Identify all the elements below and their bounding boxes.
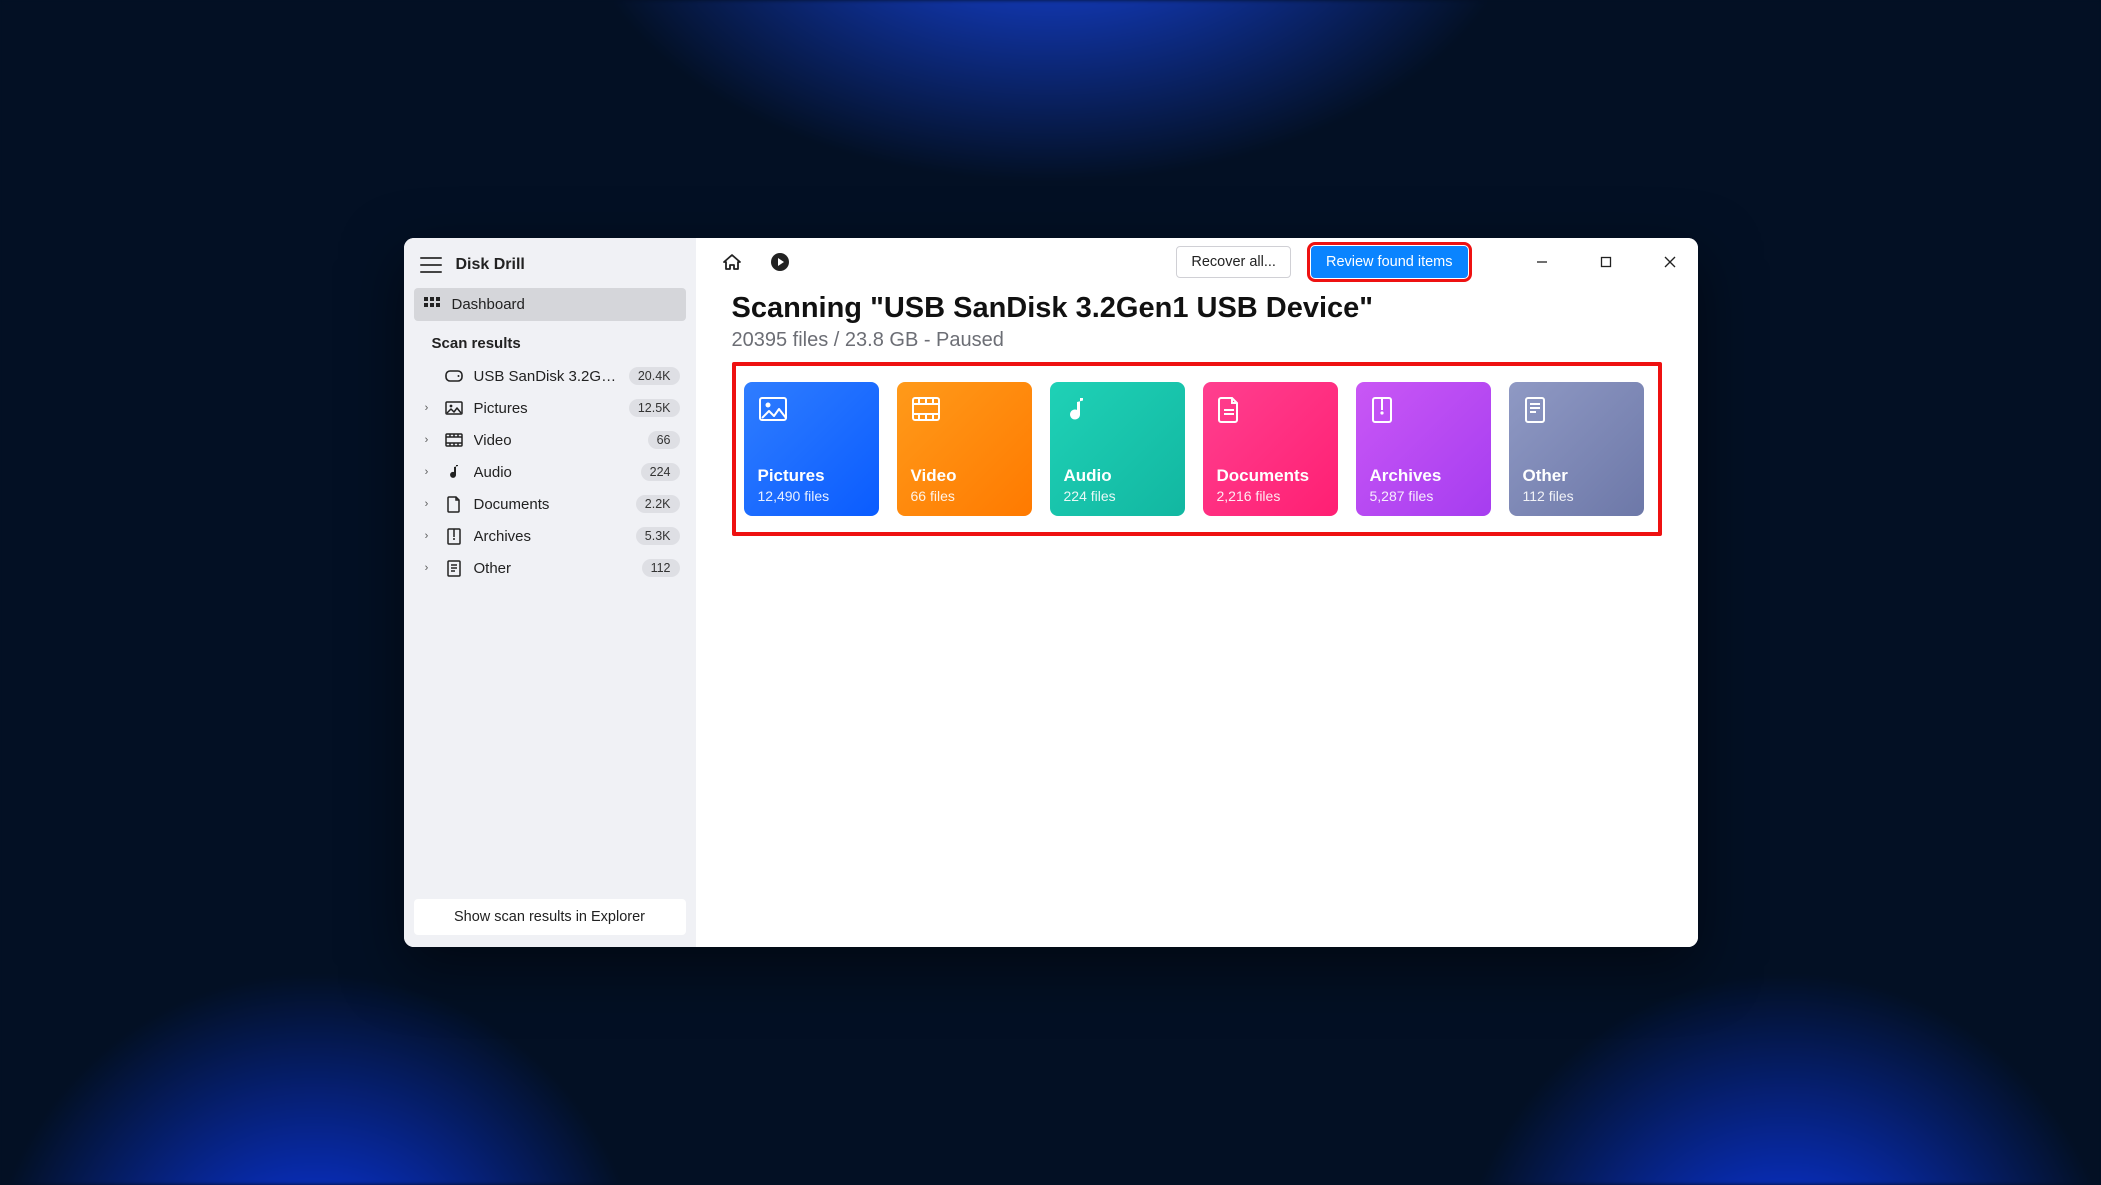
count-badge: 112	[642, 559, 680, 577]
card-count: 2,216 files	[1217, 488, 1324, 504]
scan-status: 20395 files / 23.8 GB - Paused	[732, 329, 1662, 352]
audio-icon	[444, 464, 464, 480]
app-window: Disk Drill Dashboard Scan results › USB …	[404, 238, 1698, 947]
app-title: Disk Drill	[456, 256, 525, 274]
count-badge: 224	[641, 463, 680, 481]
play-button[interactable]	[766, 248, 794, 276]
count-badge: 66	[648, 431, 680, 449]
video-icon	[911, 396, 941, 426]
file-icon	[444, 560, 464, 577]
sidebar-item-label: Audio	[474, 464, 631, 481]
minimize-button[interactable]	[1520, 242, 1564, 282]
sidebar-item-other[interactable]: › Other 112	[414, 552, 686, 584]
count-badge: 20.4K	[629, 367, 680, 385]
card-title: Pictures	[758, 466, 865, 486]
archive-icon	[444, 528, 464, 545]
sidebar-section-title: Scan results	[414, 321, 686, 360]
card-count: 5,287 files	[1370, 488, 1477, 504]
card-pictures[interactable]: Pictures 12,490 files	[744, 382, 879, 516]
content: Scanning "USB SanDisk 3.2Gen1 USB Device…	[696, 286, 1698, 556]
sidebar-item-video[interactable]: › Video 66	[414, 424, 686, 456]
close-button[interactable]	[1648, 242, 1692, 282]
video-icon	[444, 433, 464, 447]
chevron-right-icon: ›	[420, 402, 434, 414]
sidebar-item-label: Pictures	[474, 400, 619, 417]
category-cards: Pictures 12,490 files Video 66 files	[744, 382, 1650, 516]
maximize-button[interactable]	[1584, 242, 1628, 282]
review-found-items-button[interactable]: Review found items	[1311, 246, 1468, 278]
page-title: Scanning "USB SanDisk 3.2Gen1 USB Device…	[732, 292, 1662, 325]
card-title: Documents	[1217, 466, 1324, 486]
card-count: 224 files	[1064, 488, 1171, 504]
chevron-right-icon: ›	[420, 562, 434, 574]
card-archives[interactable]: Archives 5,287 files	[1356, 382, 1491, 516]
card-title: Other	[1523, 466, 1630, 486]
sidebar-item-label: Other	[474, 560, 632, 577]
play-icon	[771, 253, 789, 271]
chevron-right-icon: ›	[420, 466, 434, 478]
card-title: Archives	[1370, 466, 1477, 486]
sidebar-item-label: Video	[474, 432, 638, 449]
sidebar-item-label: Documents	[474, 496, 626, 513]
sidebar-header: Disk Drill	[414, 246, 686, 288]
count-badge: 5.3K	[636, 527, 680, 545]
card-title: Video	[911, 466, 1018, 486]
sidebar-item-dashboard[interactable]: Dashboard	[414, 288, 686, 321]
chevron-right-icon: ›	[420, 434, 434, 446]
sidebar-item-pictures[interactable]: › Pictures 12.5K	[414, 392, 686, 424]
chevron-right-icon: ›	[420, 530, 434, 542]
grid-icon	[424, 297, 440, 313]
picture-icon	[758, 396, 788, 426]
sidebar-item-archives[interactable]: › Archives 5.3K	[414, 520, 686, 552]
count-badge: 12.5K	[629, 399, 680, 417]
sidebar-item-label: Dashboard	[452, 296, 525, 313]
topbar: Recover all... Review found items	[696, 238, 1698, 286]
document-icon	[444, 496, 464, 513]
recover-all-button[interactable]: Recover all...	[1176, 246, 1291, 278]
picture-icon	[444, 401, 464, 415]
sidebar-footer: Show scan results in Explorer	[414, 899, 686, 935]
card-audio[interactable]: Audio 224 files	[1050, 382, 1185, 516]
sidebar-item-documents[interactable]: › Documents 2.2K	[414, 488, 686, 520]
card-video[interactable]: Video 66 files	[897, 382, 1032, 516]
card-documents[interactable]: Documents 2,216 files	[1203, 382, 1338, 516]
category-cards-highlight: Pictures 12,490 files Video 66 files	[732, 362, 1662, 536]
archive-icon	[1370, 396, 1400, 426]
sidebar: Disk Drill Dashboard Scan results › USB …	[404, 238, 696, 947]
sidebar-item-label: USB SanDisk 3.2Gen1...	[474, 368, 619, 385]
home-button[interactable]	[718, 248, 746, 276]
count-badge: 2.2K	[636, 495, 680, 513]
menu-icon[interactable]	[420, 257, 442, 273]
show-in-explorer-button[interactable]: Show scan results in Explorer	[414, 899, 686, 935]
sidebar-item-label: Archives	[474, 528, 626, 545]
file-icon	[1523, 396, 1553, 426]
card-title: Audio	[1064, 466, 1171, 486]
card-other[interactable]: Other 112 files	[1509, 382, 1644, 516]
sidebar-item-audio[interactable]: › Audio 224	[414, 456, 686, 488]
chevron-right-icon: ›	[420, 498, 434, 510]
card-count: 66 files	[911, 488, 1018, 504]
audio-icon	[1064, 396, 1094, 426]
drive-icon	[444, 370, 464, 382]
document-icon	[1217, 396, 1247, 426]
sidebar-item-device[interactable]: › USB SanDisk 3.2Gen1... 20.4K	[414, 360, 686, 392]
main-panel: Recover all... Review found items Scanni…	[696, 238, 1698, 947]
card-count: 12,490 files	[758, 488, 865, 504]
card-count: 112 files	[1523, 488, 1630, 504]
